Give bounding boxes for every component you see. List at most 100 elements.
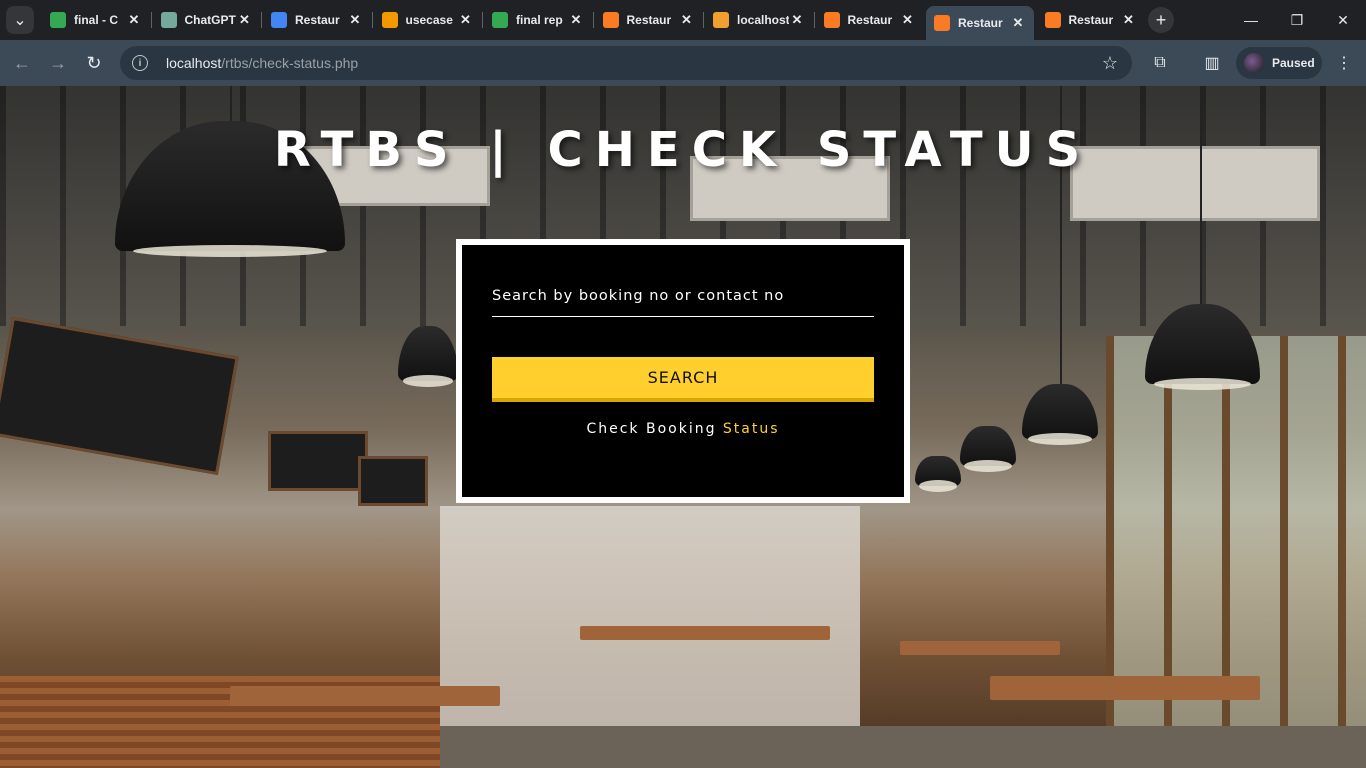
tab-separator [482, 12, 483, 28]
minimize-button[interactable]: — [1228, 0, 1274, 40]
menu-board [268, 431, 368, 491]
reload-icon: ↻ [86, 52, 102, 73]
page-viewport: RTBS | CHECK STATUS Search by booking no… [0, 86, 1366, 768]
browser-tab[interactable]: Restaur ✕ [263, 6, 371, 34]
close-tab-icon[interactable]: ✕ [458, 12, 474, 28]
pendant-lamp [915, 456, 961, 492]
side-panel-button[interactable]: ▥ [1200, 51, 1224, 75]
chevron-down-icon: ⌄ [13, 12, 27, 29]
forward-button[interactable]: → [46, 51, 70, 75]
tab-search-button[interactable]: ⌄ [6, 6, 34, 34]
close-tab-icon[interactable]: ✕ [568, 12, 584, 28]
close-window-button[interactable]: ✕ [1320, 0, 1366, 40]
browser-tab[interactable]: final - C ✕ [42, 6, 150, 34]
browser-tab[interactable]: usecase ✕ [374, 6, 482, 34]
tab-separator [261, 12, 262, 28]
address-bar[interactable]: i localhost/rtbs/check-status.php ☆ [120, 46, 1132, 80]
close-tab-icon[interactable]: ✕ [347, 12, 363, 28]
new-tab-button[interactable]: + [1148, 7, 1174, 33]
site-info-icon[interactable]: i [132, 55, 148, 71]
more-vert-icon: ⋮ [1336, 55, 1352, 72]
browser-tab[interactable]: Restaur ✕ [595, 6, 703, 34]
refresh-green-icon [50, 12, 66, 28]
gear-blue-icon [271, 12, 287, 28]
browser-toolbar: ← → ↻ i localhost/rtbs/check-status.php … [0, 40, 1366, 86]
pendant-lamp [1022, 384, 1098, 445]
lamp-wire [1200, 86, 1202, 306]
diagram-orange-icon [381, 12, 398, 28]
restore-button[interactable]: ❐ [1274, 0, 1320, 40]
close-tab-icon[interactable]: ✕ [1010, 15, 1026, 31]
cafe-table [230, 686, 500, 706]
menu-board [0, 316, 239, 476]
profile-button[interactable]: Paused [1236, 47, 1322, 79]
puzzle-icon: ⧉ [1154, 54, 1166, 71]
xampp-icon [934, 15, 950, 31]
back-button[interactable]: ← [10, 51, 34, 75]
close-tab-icon[interactable]: ✕ [679, 12, 695, 28]
browser-tab[interactable]: Restaur ✕ [926, 6, 1034, 40]
tab-title: Restaur [847, 13, 893, 27]
tab-separator [703, 12, 704, 28]
side-panel-icon: ▥ [1204, 55, 1220, 72]
bookmark-star-icon[interactable]: ☆ [1102, 53, 1118, 74]
url-host: localhost [166, 55, 222, 71]
tab-title: Restaur [1068, 13, 1114, 27]
lamp-wire [230, 86, 232, 126]
tab-title: final rep [516, 13, 563, 27]
tab-separator [813, 12, 815, 28]
profile-label: Paused [1272, 56, 1315, 70]
browser-tab[interactable]: ChatGPT ✕ [153, 6, 261, 34]
check-text-highlight[interactable]: Status [723, 421, 780, 437]
tab-title: Restaur [295, 13, 340, 27]
tab-separator [592, 12, 594, 28]
xampp-icon [602, 12, 619, 28]
close-icon: ✕ [1337, 11, 1349, 28]
phpmyadmin-icon [713, 12, 729, 28]
close-tab-icon[interactable]: ✕ [237, 12, 253, 28]
pendant-lamp [398, 326, 458, 387]
tab-separator [371, 12, 373, 28]
browser-tab[interactable]: Restaur ✕ [816, 6, 924, 34]
close-tab-icon[interactable]: ✕ [1121, 12, 1137, 28]
refresh-green-icon [492, 12, 508, 28]
tab-separator [150, 12, 152, 28]
url-path: /rtbs/check-status.php [221, 55, 359, 71]
avatar [1244, 53, 1264, 73]
url-text: localhost/rtbs/check-status.php [166, 55, 358, 71]
background-wall [440, 506, 860, 726]
page-title: RTBS | CHECK STATUS [273, 122, 1093, 178]
search-input[interactable] [492, 285, 874, 315]
tab-title: Restaur [626, 13, 672, 27]
search-card: Search by booking no or contact no SEARC… [456, 239, 910, 503]
tab-title: final - C [74, 13, 118, 27]
extensions-button[interactable]: ⧉ [1148, 51, 1172, 75]
menu-button[interactable]: ⋮ [1332, 51, 1356, 75]
menu-board [358, 456, 428, 506]
check-text-plain: Check Booking [586, 421, 723, 437]
tab-title: Restaur [958, 16, 1003, 30]
browser-tab[interactable]: final rep ✕ [484, 6, 592, 34]
openai-icon [160, 12, 177, 28]
search-underline [492, 316, 874, 317]
tab-title: usecase [405, 13, 453, 27]
cafe-table [580, 626, 830, 640]
arrow-left-icon: ← [13, 52, 31, 73]
tab-title: localhost [737, 13, 789, 27]
cafe-table [900, 641, 1060, 655]
check-booking-status-text: Check Booking Status [462, 421, 904, 437]
pendant-lamp [960, 426, 1016, 472]
browser-tab[interactable]: Restaur ✕ [1037, 6, 1145, 34]
close-tab-icon[interactable]: ✕ [900, 12, 916, 28]
tab-strip: ⌄ final - C ✕ ChatGPT ✕ Restaur ✕ usecase ✕ fina… [0, 0, 1366, 40]
tab-title: ChatGPT [184, 13, 236, 27]
cafe-table [990, 676, 1260, 700]
reload-button[interactable]: ↻ [82, 51, 106, 75]
minimize-icon: — [1244, 12, 1258, 28]
close-tab-icon[interactable]: ✕ [126, 12, 142, 28]
browser-tab[interactable]: localhost ✕ [705, 6, 813, 34]
close-tab-icon[interactable]: ✕ [789, 12, 805, 28]
search-button[interactable]: SEARCH [492, 357, 874, 402]
restore-icon: ❐ [1290, 11, 1304, 28]
plus-icon: + [1155, 9, 1167, 30]
